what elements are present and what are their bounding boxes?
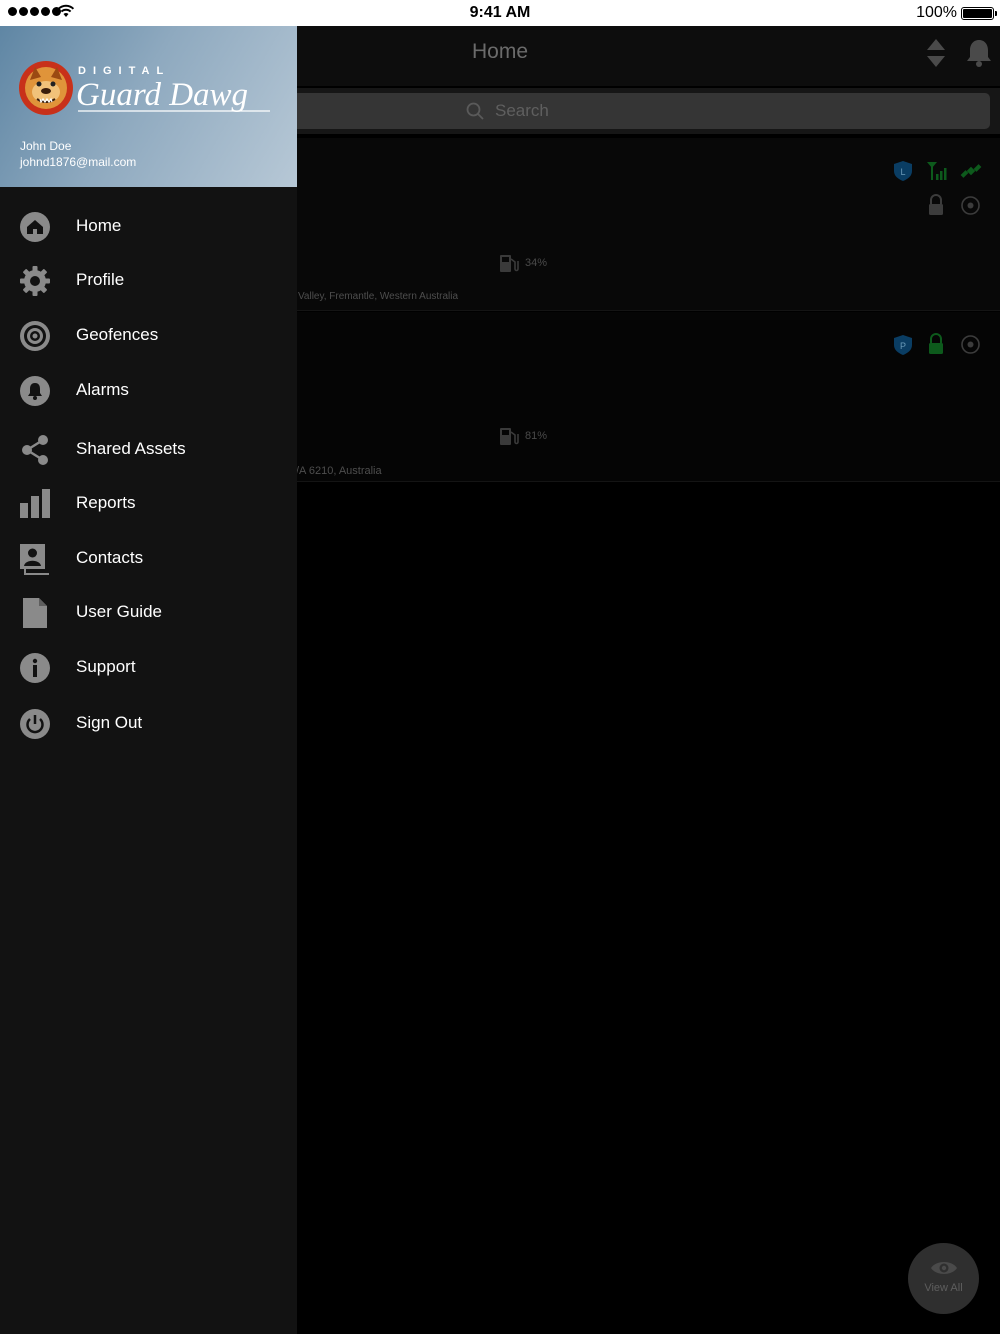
fuel-percent: 81% [525,430,548,442]
menu-label: Support [76,657,136,676]
menu-item-sign-out[interactable]: Sign Out [0,700,297,748]
lock-icon [929,194,943,215]
menu-item-home[interactable]: Home [0,203,297,251]
menu-item-shared-assets[interactable]: Shared Assets [0,426,297,474]
menu-label: User Guide [76,602,162,621]
status-bar: 9:41 AM 100% [0,0,1000,26]
drawer-header: DIGITAL Guard Dawg John Doe johnd1876@ma… [0,26,297,187]
contacts-icon [20,544,49,575]
menu-label: Home [76,216,122,235]
menu-label: Profile [76,270,125,289]
shield-p-icon: P [894,335,912,355]
battery-percent: 100% [916,4,957,21]
eye-icon [931,1262,957,1274]
menu-item-contacts[interactable]: Contacts [0,535,297,583]
fuel-pump-icon [500,428,519,445]
lock-icon [929,333,943,354]
menu-item-profile[interactable]: Profile [0,257,297,305]
bar-chart-icon [20,489,50,518]
target-icon [961,196,980,215]
asset-address: Valley, Fremantle, Western Australia [298,291,459,302]
notification-bell-icon[interactable] [965,38,993,68]
view-all-button[interactable]: View All [908,1243,979,1314]
user-email: johnd1876@mail.com [20,155,137,169]
battery-icon [961,7,997,20]
fuel-level: 34% [499,253,547,273]
menu-label: Sign Out [76,713,143,732]
power-icon [20,709,50,739]
satellite-icon [960,164,982,178]
guard-dawg-logo: DIGITAL Guard Dawg [19,61,270,115]
bell-icon [20,376,50,406]
search-placeholder: Search [495,101,549,120]
menu-item-user-guide[interactable]: User Guide [0,589,297,637]
share-icon [22,435,48,465]
asset-address: /A 6210, Australia [296,465,382,477]
geofence-icon [20,321,50,351]
svg-text:Guard Dawg: Guard Dawg [76,77,248,113]
document-icon [23,598,47,628]
target-icon [961,335,980,354]
gear-icon [20,266,50,296]
shield-l-icon: L [894,161,912,181]
menu-item-support[interactable]: Support [0,644,297,692]
signal-strength-icon [927,162,947,180]
fuel-pump-icon [500,255,519,272]
view-all-label: View All [924,1282,963,1294]
fuel-level: 81% [499,426,547,446]
svg-text:P: P [900,341,906,351]
menu-label: Contacts [76,548,144,567]
menu-label: Reports [76,493,136,512]
home-icon [20,212,50,242]
user-name: John Doe [20,139,72,153]
menu-item-reports[interactable]: Reports [0,480,297,528]
menu-item-geofences[interactable]: Geofences [0,312,297,360]
info-icon [20,653,50,683]
menu-label: Geofences [76,325,159,344]
menu-label: Alarms [76,380,129,399]
status-time: 9:41 AM [469,4,531,21]
menu-item-alarms[interactable]: Alarms [0,367,297,415]
sort-icon[interactable] [926,38,946,68]
side-drawer: DIGITAL Guard Dawg John Doe johnd1876@ma… [0,26,297,1334]
fuel-percent: 34% [525,257,548,269]
menu-label: Shared Assets [76,439,186,458]
search-icon [466,102,484,120]
svg-text:L: L [900,167,905,177]
svg-text:DIGITAL: DIGITAL [78,65,170,77]
